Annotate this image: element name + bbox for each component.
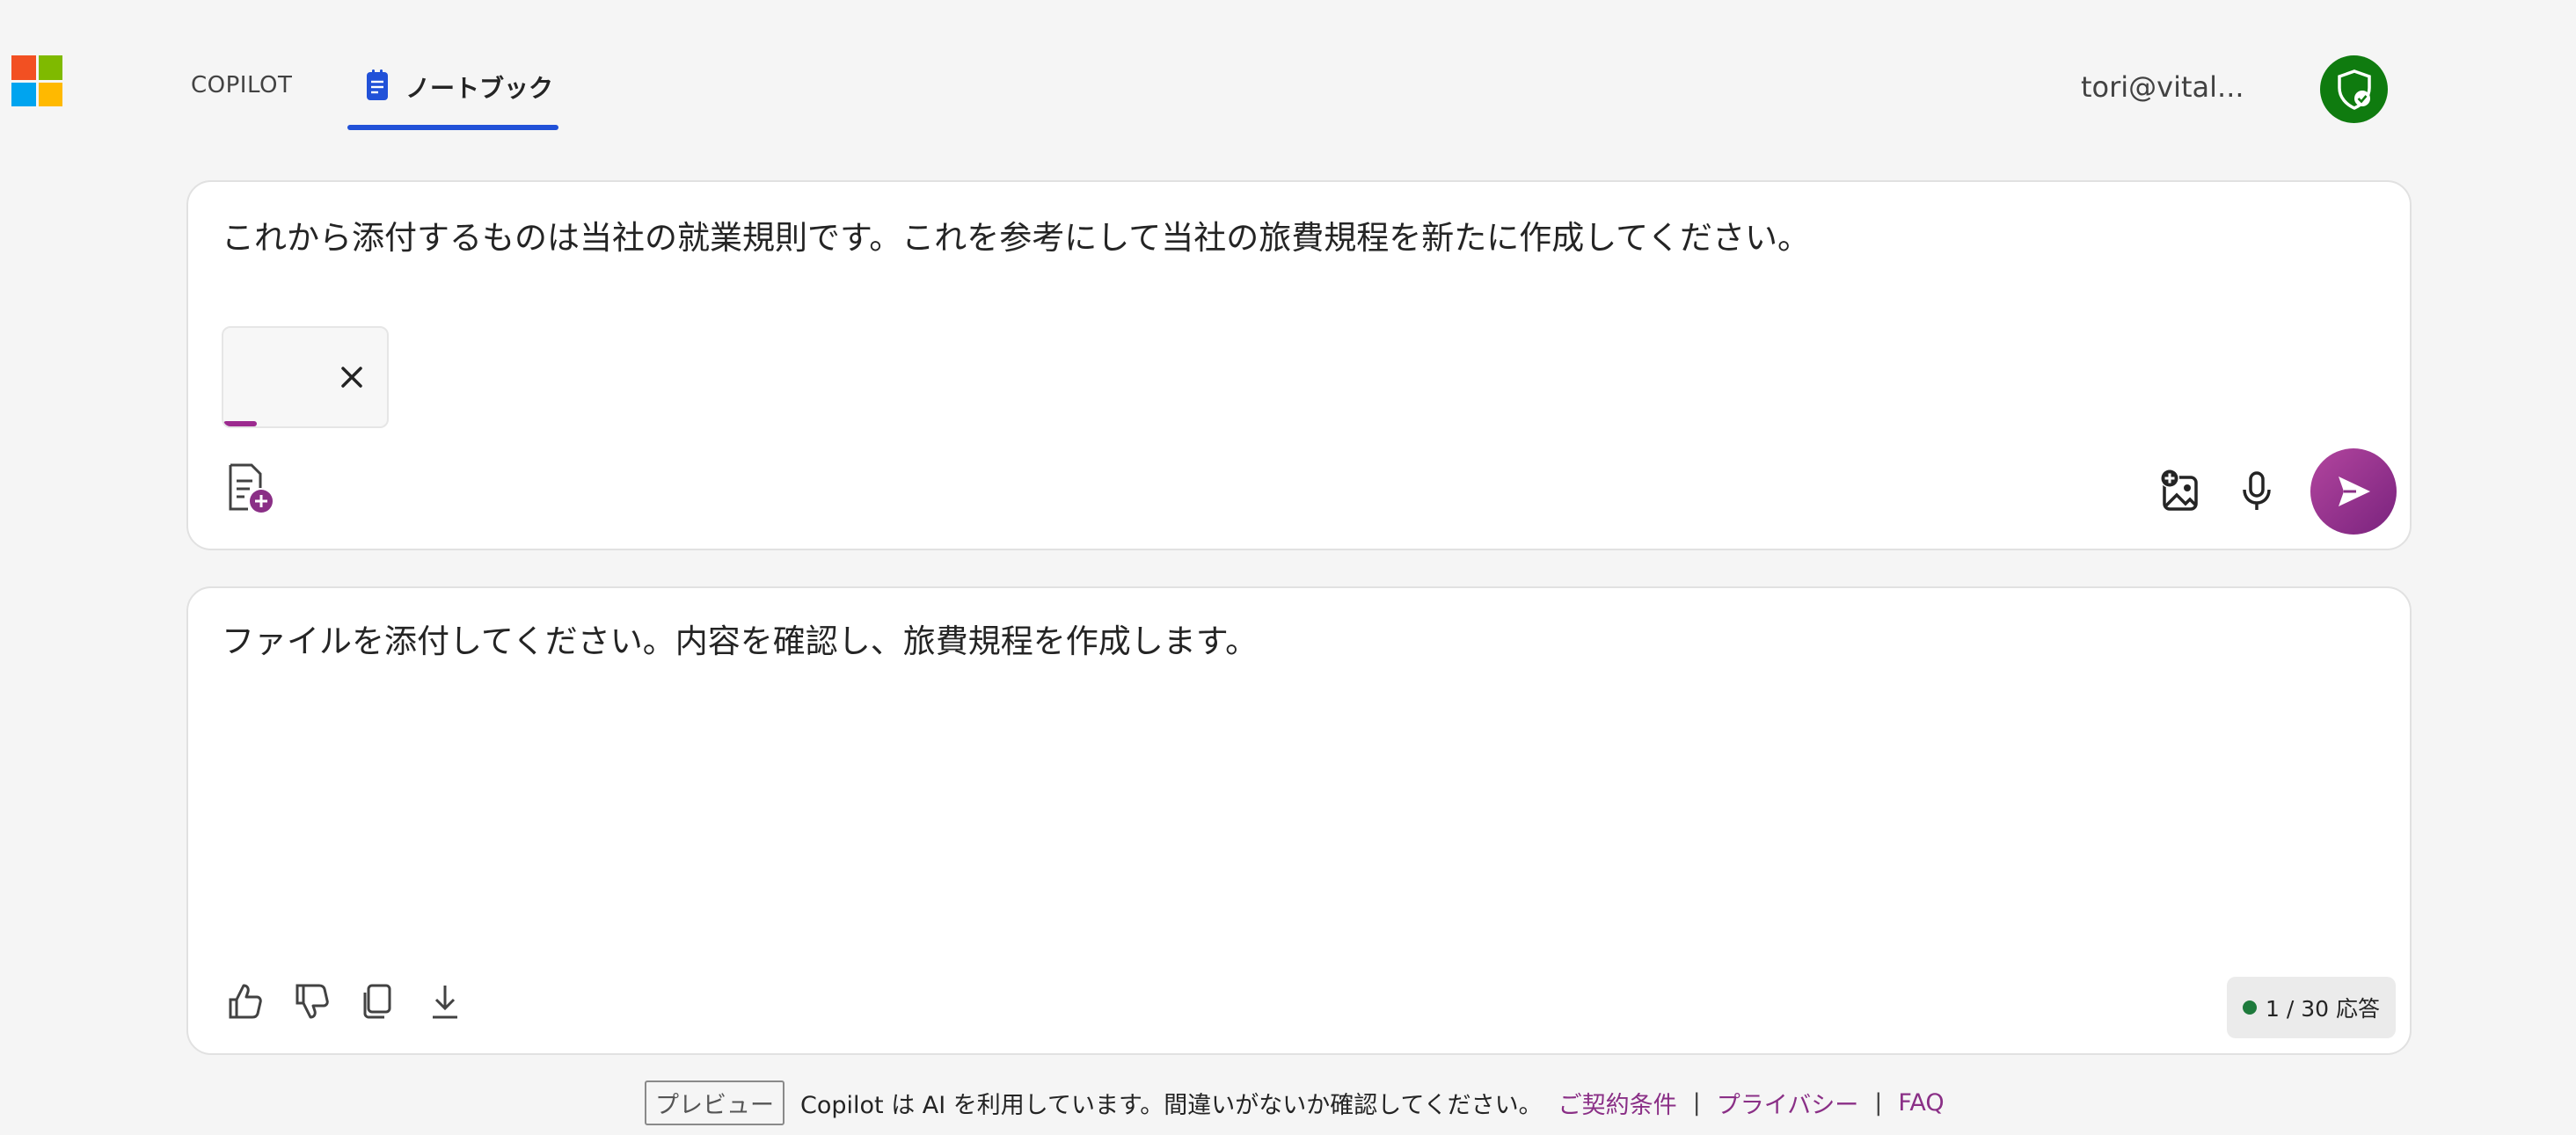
shield-check-icon[interactable] (2320, 55, 2388, 123)
send-icon (2339, 477, 2370, 506)
add-image-icon[interactable] (2159, 469, 2203, 513)
thumbs-down-icon[interactable] (290, 980, 332, 1022)
user-email[interactable]: tori@vital... (2081, 70, 2244, 104)
add-document-icon[interactable] (225, 462, 274, 514)
thumbs-up-icon[interactable] (223, 980, 266, 1022)
notebook-icon (365, 69, 391, 105)
prompt-text[interactable]: これから添付するものは当社の就業規則です。これを参考にして当社の旅費規程を新たに… (222, 211, 1810, 258)
tab-copilot[interactable]: COPILOT (191, 72, 292, 98)
status-dot (2243, 1000, 2257, 1015)
send-button[interactable] (2310, 448, 2397, 535)
prompt-card[interactable]: これから添付するものは当社の就業規則です。これを参考にして当社の旅費規程を新たに… (186, 180, 2412, 550)
footer-separator: | (1874, 1089, 1883, 1117)
tab-notebook-label: ノートブック (405, 74, 554, 103)
faq-link[interactable]: FAQ (1898, 1089, 1944, 1117)
privacy-link[interactable]: プライバシー (1717, 1086, 1858, 1120)
microphone-icon[interactable] (2239, 470, 2274, 513)
response-count: 1 / 30 応答 (2266, 996, 2380, 1022)
footer: プレビュー Copilot は AI を利用しています。間違いがないか確認してく… (645, 1080, 1945, 1125)
response-count-badge: 1 / 30 応答 (2227, 977, 2396, 1038)
footer-separator: | (1692, 1089, 1701, 1117)
download-icon[interactable] (424, 980, 466, 1022)
close-icon[interactable] (336, 361, 368, 393)
preview-badge: プレビュー (645, 1080, 784, 1125)
upload-progress-fill (223, 421, 257, 426)
terms-link[interactable]: ご契約条件 (1558, 1086, 1677, 1120)
active-tab-indicator (347, 125, 558, 130)
upload-progress-bar (223, 421, 387, 426)
microsoft-logo (11, 55, 62, 106)
copy-icon[interactable] (357, 980, 399, 1022)
attachment-chip (222, 326, 389, 428)
ai-notice: Copilot は AI を利用しています。間違いがないか確認してください。 (800, 1092, 1543, 1119)
response-actions (223, 980, 466, 1022)
response-text: ファイルを添付してください。内容を確認し、旅費規程を作成します。 (222, 622, 1259, 660)
response-card: ファイルを添付してください。内容を確認し、旅費規程を作成します。 1 / 30 … (186, 586, 2412, 1055)
tab-notebook[interactable]: ノートブック (347, 55, 558, 130)
